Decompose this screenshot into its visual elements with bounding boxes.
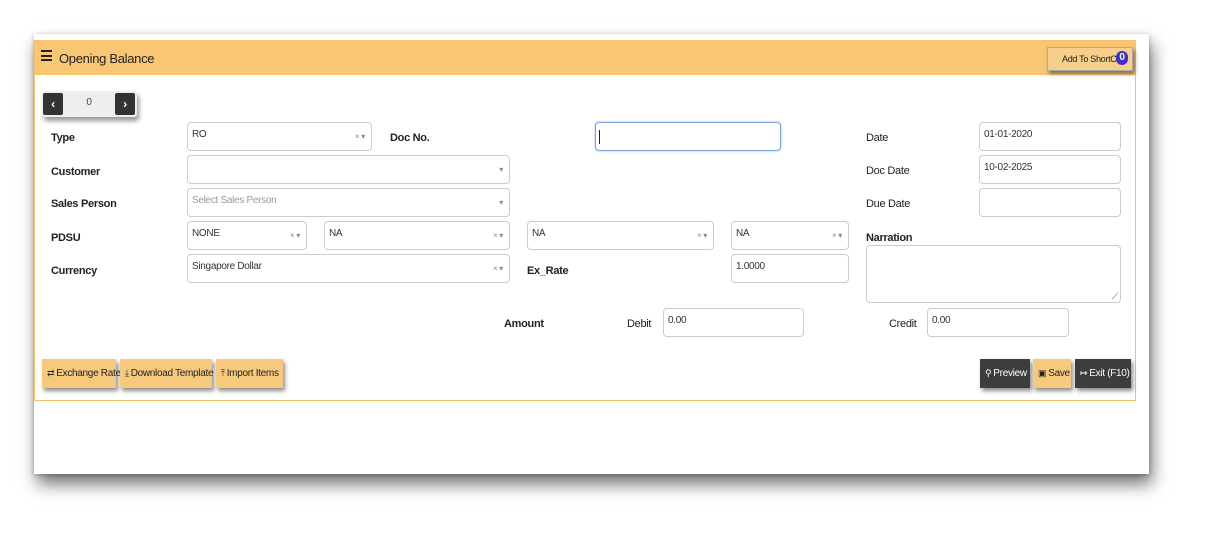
record-navigator: ‹ 0 › bbox=[42, 91, 137, 117]
text-cursor bbox=[599, 130, 600, 144]
hamburger-icon[interactable] bbox=[41, 50, 52, 61]
preview-button[interactable]: ⚲ Preview bbox=[980, 359, 1030, 388]
pdsu-select-1[interactable]: NONE × ▾ bbox=[187, 221, 307, 250]
type-value: RO bbox=[192, 129, 207, 140]
date-input[interactable]: 01-01-2020 bbox=[979, 122, 1121, 151]
customer-label: Customer bbox=[51, 166, 100, 178]
doc-no-label: Doc No. bbox=[390, 132, 430, 144]
currency-select[interactable]: Singapore Dollar × ▾ bbox=[187, 254, 510, 283]
clear-dropdown-icon[interactable]: × ▾ bbox=[832, 231, 842, 240]
type-label: Type bbox=[51, 132, 75, 144]
clear-dropdown-icon[interactable]: × ▾ bbox=[697, 231, 707, 240]
clear-dropdown-icon[interactable]: × ▾ bbox=[493, 264, 503, 273]
pdsu-value-4: NA bbox=[736, 228, 750, 239]
debit-label: Debit bbox=[627, 318, 652, 330]
ex-rate-input[interactable]: 1.0000 bbox=[731, 254, 849, 283]
import-items-button[interactable]: ⤒ Import Items bbox=[216, 359, 283, 388]
customer-select[interactable]: ▾ bbox=[187, 155, 510, 184]
narration-label: Narration bbox=[866, 232, 913, 244]
due-date-label: Due Date bbox=[866, 198, 911, 210]
doc-no-input[interactable] bbox=[595, 122, 781, 151]
date-value: 01-01-2020 bbox=[984, 129, 1033, 140]
pdsu-label: PDSU bbox=[51, 232, 81, 244]
sales-person-select[interactable]: Select Sales Person ▾ bbox=[187, 188, 510, 217]
currency-label: Currency bbox=[51, 265, 97, 277]
panel-header: Opening Balance Add To ShortCut 0 bbox=[35, 41, 1135, 75]
doc-date-label: Doc Date bbox=[866, 165, 910, 177]
add-to-shortcut-button[interactable]: Add To ShortCut 0 bbox=[1047, 47, 1133, 71]
resize-handle-icon[interactable]: ⟋ bbox=[1112, 292, 1118, 301]
narration-textarea[interactable]: ⟋ bbox=[866, 245, 1121, 303]
preview-label: Preview bbox=[993, 368, 1027, 379]
amount-label: Amount bbox=[504, 318, 544, 330]
credit-label: Credit bbox=[889, 318, 917, 330]
record-counter[interactable]: 0 bbox=[64, 97, 114, 108]
pdsu-value-1: NONE bbox=[192, 228, 220, 239]
save-label: Save bbox=[1048, 368, 1070, 379]
pdsu-select-3[interactable]: NA × ▾ bbox=[527, 221, 714, 250]
add-to-shortcut-label: Add To ShortCut bbox=[1062, 54, 1124, 64]
page-title: Opening Balance bbox=[59, 51, 155, 66]
opening-balance-panel: Opening Balance Add To ShortCut 0 ‹ 0 › … bbox=[34, 40, 1136, 401]
sign-out-icon: ↦ bbox=[1080, 368, 1088, 378]
chevron-down-icon[interactable]: ▾ bbox=[499, 165, 503, 174]
type-select[interactable]: RO × ▾ bbox=[187, 122, 372, 151]
pdsu-value-2: NA bbox=[329, 228, 343, 239]
exit-label: Exit (F10) bbox=[1089, 368, 1130, 379]
search-icon: ⚲ bbox=[985, 368, 992, 378]
download-template-label: Download Template bbox=[130, 368, 214, 379]
credit-value: 0.00 bbox=[932, 315, 951, 326]
credit-input[interactable]: 0.00 bbox=[927, 308, 1069, 337]
pdsu-select-2[interactable]: NA × ▾ bbox=[324, 221, 510, 250]
exchange-icon: ⇄ bbox=[47, 368, 55, 378]
chevron-down-icon[interactable]: ▾ bbox=[499, 198, 503, 207]
exit-button[interactable]: ↦ Exit (F10) bbox=[1075, 359, 1131, 388]
exchange-rate-button[interactable]: ⇄ Exchange Rate bbox=[42, 359, 121, 388]
floppy-disk-icon: ▣ bbox=[1038, 368, 1047, 378]
save-button[interactable]: ▣ Save bbox=[1033, 359, 1071, 388]
due-date-input[interactable] bbox=[979, 188, 1121, 217]
pdsu-select-4[interactable]: NA × ▾ bbox=[731, 221, 849, 250]
debit-value: 0.00 bbox=[668, 315, 687, 326]
previous-record-button[interactable]: ‹ bbox=[43, 93, 63, 115]
ex-rate-value: 1.0000 bbox=[736, 261, 765, 272]
sales-person-placeholder: Select Sales Person bbox=[192, 195, 277, 206]
shortcut-count-badge: 0 bbox=[1116, 51, 1128, 65]
exchange-rate-label: Exchange Rate bbox=[56, 368, 121, 379]
next-record-button[interactable]: › bbox=[115, 93, 135, 115]
clear-dropdown-icon[interactable]: × ▾ bbox=[290, 231, 300, 240]
import-items-label: Import Items bbox=[226, 368, 279, 379]
ex-rate-label: Ex_Rate bbox=[527, 265, 569, 277]
doc-date-value: 10-02-2025 bbox=[984, 162, 1033, 173]
clear-dropdown-icon[interactable]: × ▾ bbox=[355, 132, 365, 141]
download-icon: ⤓ bbox=[125, 368, 129, 378]
debit-input[interactable]: 0.00 bbox=[663, 308, 804, 337]
sales-person-label: Sales Person bbox=[51, 198, 117, 210]
pdsu-value-3: NA bbox=[532, 228, 546, 239]
date-label: Date bbox=[866, 132, 889, 144]
download-template-button[interactable]: ⤓ Download Template bbox=[120, 359, 214, 388]
upload-icon: ⤒ bbox=[221, 368, 225, 378]
clear-dropdown-icon[interactable]: × ▾ bbox=[493, 231, 503, 240]
window-frame: Opening Balance Add To ShortCut 0 ‹ 0 › … bbox=[34, 34, 1149, 474]
doc-date-input[interactable]: 10-02-2025 bbox=[979, 155, 1121, 184]
currency-value: Singapore Dollar bbox=[192, 261, 262, 272]
